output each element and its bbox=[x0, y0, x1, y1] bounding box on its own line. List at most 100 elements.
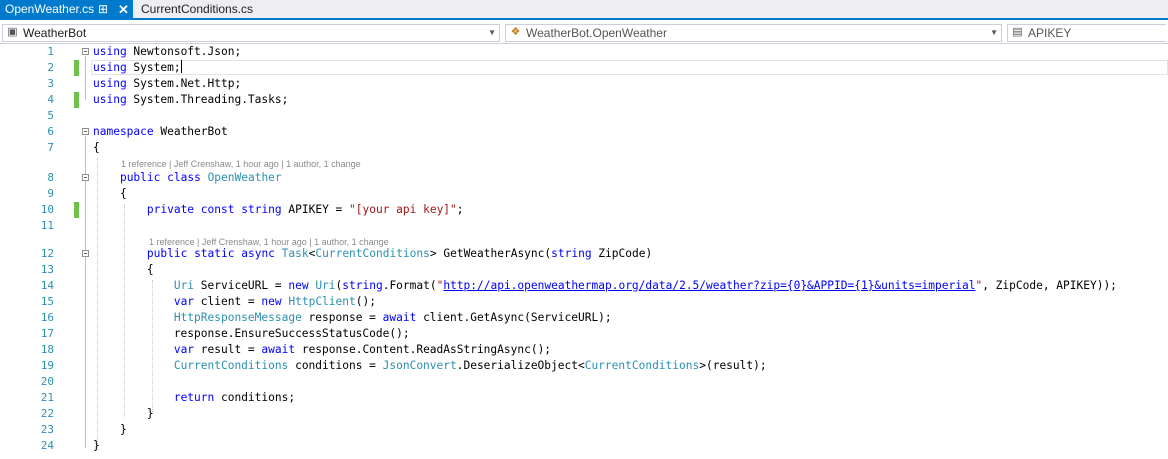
line-number: 1 bbox=[47, 45, 54, 58]
code-line[interactable]: 7 { bbox=[0, 140, 1168, 156]
code-token: CurrentConditions bbox=[315, 247, 430, 260]
code-line[interactable]: 23 } bbox=[0, 422, 1168, 438]
code-line[interactable]: 19 CurrentConditions conditions = JsonCo… bbox=[0, 358, 1168, 374]
code-token: System.Threading.Tasks; bbox=[126, 93, 289, 106]
code-token: ZipCode) bbox=[591, 247, 653, 260]
class-dropdown[interactable]: ❖ WeatherBot.OpenWeather ▼ bbox=[505, 24, 1002, 42]
tab-label: OpenWeather.cs bbox=[5, 2, 95, 16]
code-token: using bbox=[93, 45, 127, 58]
code-token: client.GetAsync(ServiceURL); bbox=[416, 311, 612, 324]
tab-openweather-cs[interactable]: OpenWeather.cs ⊞ ✕ bbox=[0, 0, 133, 20]
code-token: { bbox=[93, 187, 127, 200]
code-token: CurrentConditions bbox=[584, 359, 700, 372]
code-token: private bbox=[146, 203, 195, 216]
collapse-toggle[interactable] bbox=[82, 48, 89, 55]
code-token: string bbox=[551, 247, 592, 260]
line-number: 14 bbox=[40, 279, 54, 292]
line-number: 20 bbox=[40, 375, 54, 388]
codelens-text[interactable]: 1 reference | Jeff Crenshaw, 1 hour ago … bbox=[121, 158, 361, 170]
csharp-project-icon: ▣ bbox=[7, 26, 18, 38]
collapse-toggle[interactable] bbox=[82, 250, 89, 257]
change-marker bbox=[74, 92, 79, 108]
code-token: result = bbox=[194, 343, 262, 356]
code-token: namespace bbox=[93, 125, 154, 138]
line-number: 2 bbox=[47, 61, 54, 74]
document-tab-strip: OpenWeather.cs ⊞ ✕ CurrentConditions.cs bbox=[0, 0, 1168, 20]
code-token: response = bbox=[301, 311, 383, 324]
collapse-toggle[interactable] bbox=[82, 174, 89, 181]
code-text: using Newtonsoft.Json; bbox=[93, 44, 241, 60]
code-text: } bbox=[93, 438, 100, 454]
code-token: WeatherBot bbox=[153, 125, 228, 138]
change-marker bbox=[74, 202, 79, 218]
line-number: 12 bbox=[40, 247, 54, 260]
pin-icon[interactable]: ⊞ bbox=[98, 0, 108, 19]
line-number: 11 bbox=[40, 219, 54, 232]
code-token: public bbox=[119, 171, 161, 184]
code-line[interactable]: 3 using System.Net.Http; bbox=[0, 76, 1168, 92]
code-line[interactable]: 5 bbox=[0, 108, 1168, 124]
line-number: 7 bbox=[47, 141, 54, 154]
code-line[interactable]: 20 bbox=[0, 374, 1168, 390]
code-token: (); bbox=[355, 295, 376, 308]
code-text: } bbox=[93, 422, 127, 438]
code-line[interactable]: 22 } bbox=[0, 406, 1168, 422]
line-number: 16 bbox=[40, 311, 54, 324]
code-line[interactable]: 1 using Newtonsoft.Json; bbox=[0, 44, 1168, 60]
code-token: using bbox=[93, 93, 127, 106]
member-dropdown[interactable]: ▤ APIKEY bbox=[1007, 24, 1166, 42]
code-token: { bbox=[93, 141, 100, 154]
code-text: } bbox=[93, 406, 154, 422]
tab-currentconditions-cs[interactable]: CurrentConditions.cs bbox=[136, 0, 256, 20]
code-token: >(result); bbox=[699, 359, 767, 372]
code-token: , ZipCode, APIKEY)); bbox=[982, 279, 1117, 292]
code-line[interactable]: 13 { bbox=[0, 262, 1168, 278]
code-token: > GetWeatherAsync( bbox=[429, 247, 552, 260]
code-token: APIKEY = bbox=[281, 203, 350, 216]
collapse-toggle[interactable] bbox=[82, 128, 89, 135]
code-line[interactable]: 15 var client = new HttpClient(); bbox=[0, 294, 1168, 310]
code-line[interactable]: 24 } bbox=[0, 438, 1168, 454]
code-token: string bbox=[241, 203, 282, 216]
code-line[interactable]: 18 var result = await response.Content.R… bbox=[0, 342, 1168, 358]
code-text: { bbox=[93, 140, 100, 156]
code-token: async bbox=[241, 247, 275, 260]
code-line[interactable]: 21 return conditions; bbox=[0, 390, 1168, 406]
code-line[interactable]: 12 public static async Task<CurrentCondi… bbox=[0, 246, 1168, 262]
code-token: http://api.openweathermap.org/data/2.5/w… bbox=[443, 279, 976, 292]
code-line[interactable]: 9 { bbox=[0, 186, 1168, 202]
code-line[interactable]: 17 response.EnsureSuccessStatusCode(); bbox=[0, 326, 1168, 342]
line-number: 9 bbox=[47, 187, 54, 200]
code-token: await bbox=[382, 311, 417, 324]
code-token: CurrentConditions bbox=[173, 359, 289, 372]
code-text: { bbox=[93, 262, 154, 278]
line-number: 23 bbox=[40, 423, 54, 436]
code-line[interactable]: 14 Uri ServiceURL = new Uri(string.Forma… bbox=[0, 278, 1168, 294]
code-line[interactable]: 2 using System; bbox=[0, 60, 1168, 76]
code-token: new bbox=[288, 279, 309, 292]
text-caret bbox=[180, 60, 182, 73]
code-token: using bbox=[93, 61, 127, 74]
code-line[interactable]: 16 HttpResponseMessage response = await … bbox=[0, 310, 1168, 326]
chevron-down-icon[interactable]: ▼ bbox=[990, 25, 998, 41]
code-token: string bbox=[342, 279, 383, 292]
code-token: await bbox=[261, 343, 296, 356]
code-token: Newtonsoft.Json; bbox=[126, 45, 242, 58]
close-icon[interactable]: ✕ bbox=[118, 0, 129, 19]
code-line[interactable]: 4 using System.Threading.Tasks; bbox=[0, 92, 1168, 108]
chevron-down-icon[interactable]: ▼ bbox=[488, 25, 496, 41]
code-line[interactable]: 11 bbox=[0, 218, 1168, 234]
codelens: 1 reference | Jeff Crenshaw, 1 hour ago … bbox=[0, 156, 1168, 170]
code-line[interactable]: 10 private const string APIKEY = "[your … bbox=[0, 202, 1168, 218]
code-line[interactable]: 6 namespace WeatherBot bbox=[0, 124, 1168, 140]
code-line[interactable]: 8 public class OpenWeather bbox=[0, 170, 1168, 186]
code-editor[interactable]: 1 using Newtonsoft.Json; 2 using System;… bbox=[0, 44, 1168, 459]
project-dropdown[interactable]: ▣ WeatherBot ▼ bbox=[2, 24, 500, 42]
line-number: 4 bbox=[47, 93, 54, 106]
line-number: 10 bbox=[40, 203, 54, 216]
code-text: public class OpenWeather bbox=[93, 170, 282, 186]
